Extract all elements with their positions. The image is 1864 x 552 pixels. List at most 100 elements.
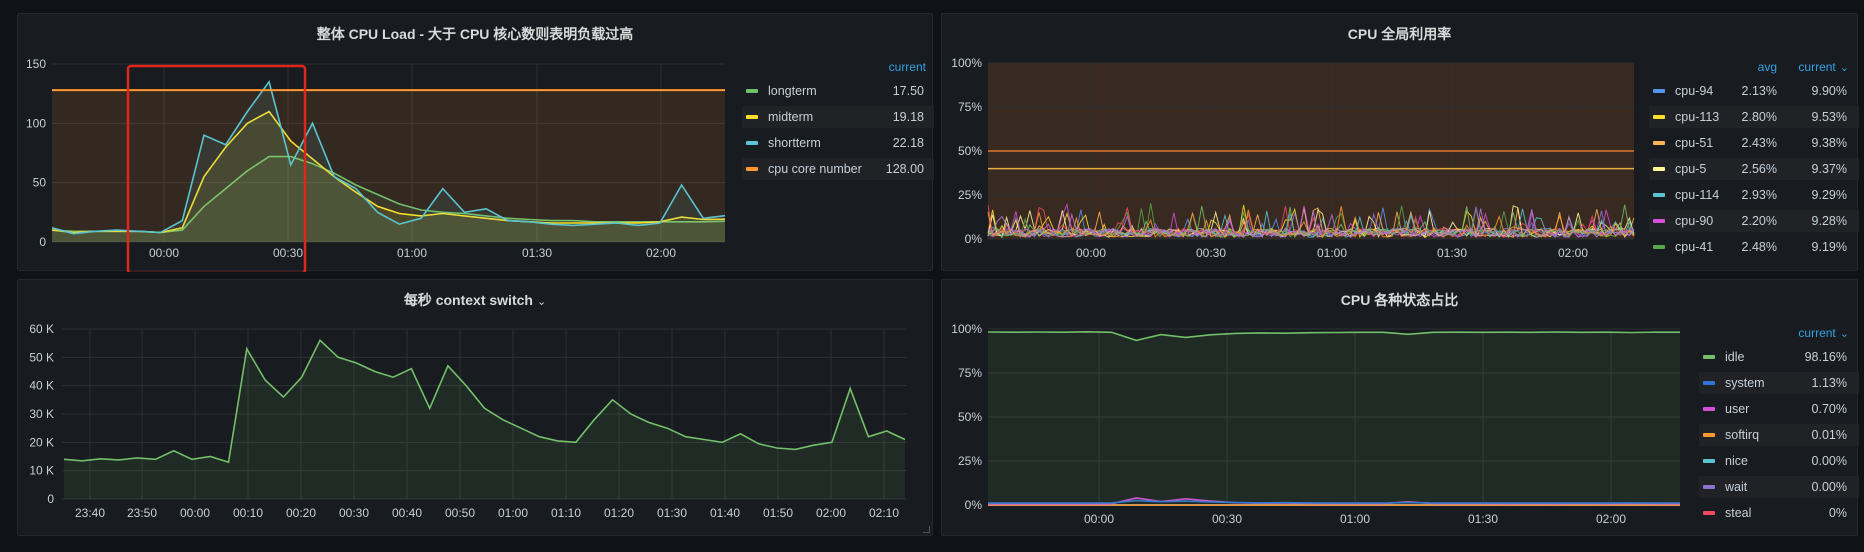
y-tick-label: 60 K (29, 322, 54, 336)
x-tick-label: 23:40 (75, 506, 105, 520)
y-tick-label: 0% (965, 498, 983, 512)
legend-item-system[interactable]: system 1.13% (1699, 372, 1859, 394)
x-tick-label: 00:30 (1212, 512, 1242, 526)
resize-handle[interactable] (923, 526, 930, 533)
legend-current-value: 0.70% (1811, 402, 1847, 416)
y-tick-label: 75% (958, 100, 982, 114)
x-tick-label: 01:00 (397, 246, 427, 260)
legend-current-value: 9.53% (1811, 110, 1847, 124)
legend-avg-value: 2.48% (1741, 240, 1777, 254)
y-tick-label: 25% (958, 454, 982, 468)
legend-item-midterm[interactable]: midterm 19.18 (742, 106, 934, 128)
x-tick-label: 01:30 (1468, 512, 1498, 526)
chevron-down-icon: ⌄ (1839, 328, 1849, 340)
legend-current-value: 9.90% (1811, 84, 1847, 98)
legend-label: nice (1725, 454, 1748, 468)
x-tick-label: 01:40 (710, 506, 740, 520)
legend-label: cpu core number (768, 162, 862, 176)
legend-swatch (1653, 89, 1665, 93)
x-tick-label: 00:20 (286, 506, 316, 520)
context-switch-panel: 每秒 context switch ⌄ 0 10 K 20 K 30 K 40 K 50 K… (17, 279, 933, 536)
cpu-state-legend: current ⌄ idle 98.16% system 1.13% user 0.70% s… (1699, 326, 1861, 536)
legend-item-cpu-114[interactable]: cpu-114 2.93% 9.29% (1649, 184, 1859, 206)
legend-current-value: 22.18 (892, 136, 924, 150)
legend-item-nice[interactable]: nice 0.00% (1699, 450, 1859, 472)
legend-item-steal[interactable]: steal 0% (1699, 502, 1859, 524)
legend-swatch (1703, 459, 1715, 463)
legend-item-cpu-113[interactable]: cpu-113 2.80% 9.53% (1649, 106, 1859, 128)
legend-swatch (1703, 485, 1715, 489)
legend-label: steal (1725, 506, 1752, 520)
legend-swatch (746, 115, 758, 119)
legend-swatch (1703, 511, 1715, 515)
legend-label: cpu-5 (1675, 162, 1707, 176)
y-tick-label: 0 (47, 492, 54, 506)
x-tick-label: 00:00 (180, 506, 210, 520)
cpu-load-panel: 整体 CPU Load - 大于 CPU 核心数则表明负载过高 0 50 100 15… (17, 13, 934, 272)
legend-item-cpu-5[interactable]: cpu-5 2.56% 9.37% (1649, 158, 1859, 180)
legend-avg-value: 2.13% (1741, 84, 1777, 98)
legend-item-idle[interactable]: idle 98.16% (1699, 346, 1859, 368)
legend-label: user (1725, 402, 1750, 416)
legend-label: cpu-94 (1675, 84, 1714, 98)
legend-item-wait[interactable]: wait 0.00% (1699, 476, 1859, 498)
legend-current-value: 1.13% (1811, 376, 1847, 390)
x-tick-label: 02:10 (869, 506, 899, 520)
x-tick-label: 00:00 (149, 246, 179, 260)
y-tick-label: 30 K (29, 407, 54, 421)
legend-item-cpu-41[interactable]: cpu-41 2.48% 9.19% (1649, 236, 1859, 258)
x-tick-label: 01:10 (551, 506, 581, 520)
legend-swatch (1703, 355, 1715, 359)
legend-swatch (1653, 115, 1665, 119)
context-switch-chart: 0 10 K 20 K 30 K 40 K 50 K 60 K 23:40 23:50 00:00… (29, 322, 907, 520)
series-area-idle (988, 331, 1680, 505)
legend-avg-value: 2.56% (1741, 162, 1777, 176)
legend-item-shortterm[interactable]: shortterm 22.18 (742, 132, 934, 154)
legend-swatch (1653, 193, 1665, 197)
legend-avg-value: 2.93% (1741, 188, 1777, 202)
legend-label: cpu-90 (1675, 214, 1714, 228)
y-tick-label: 25% (958, 188, 982, 202)
legend-item-longterm[interactable]: longterm 17.50 (742, 80, 934, 102)
y-tick-label: 100% (951, 322, 982, 336)
legend-header-avg[interactable]: avg (1758, 60, 1777, 74)
legend-header-current-label: current (1798, 60, 1836, 74)
x-tick-label: 02:00 (646, 246, 676, 260)
chevron-down-icon: ⌄ (1839, 62, 1849, 74)
legend-header-current-label: current (1798, 326, 1836, 340)
legend-label: midterm (768, 110, 814, 124)
y-tick-label: 10 K (29, 464, 54, 478)
legend-swatch (1703, 407, 1715, 411)
legend-item-cpu-core-number[interactable]: cpu core number 128.00 (742, 158, 934, 180)
legend-current-value: 17.50 (892, 84, 924, 98)
legend-header-current[interactable]: current (889, 60, 926, 74)
legend-current-value: 9.28% (1811, 214, 1847, 228)
legend-current-value: 0.00% (1811, 454, 1847, 468)
legend-header-current[interactable]: current ⌄ (1798, 326, 1849, 340)
legend-item-cpu-94[interactable]: cpu-94 2.13% 9.90% (1649, 80, 1859, 102)
legend-current-value: 9.38% (1811, 136, 1847, 150)
legend-swatch (746, 141, 758, 145)
x-tick-label: 01:30 (657, 506, 687, 520)
x-tick-label: 01:20 (604, 506, 634, 520)
legend-item-cpu-51[interactable]: cpu-51 2.43% 9.38% (1649, 132, 1859, 154)
y-tick-label: 100% (951, 56, 982, 70)
x-tick-label: 00:40 (392, 506, 422, 520)
legend-swatch (1703, 433, 1715, 437)
x-tick-label: 23:50 (127, 506, 157, 520)
legend-current-value: 9.37% (1811, 162, 1847, 176)
x-tick-label: 02:00 (1596, 512, 1626, 526)
y-tick-label: 75% (958, 366, 982, 380)
legend-swatch (1653, 245, 1665, 249)
legend-label: cpu-41 (1675, 240, 1714, 254)
legend-item-softirq[interactable]: softirq 0.01% (1699, 424, 1859, 446)
x-tick-label: 00:50 (445, 506, 475, 520)
legend-avg-value: 2.80% (1741, 110, 1777, 124)
legend-item-user[interactable]: user 0.70% (1699, 398, 1859, 420)
legend-label: wait (1725, 480, 1748, 494)
legend-item-cpu-90[interactable]: cpu-90 2.20% 9.28% (1649, 210, 1859, 232)
legend-current-value: 0.01% (1811, 428, 1847, 442)
legend-header-current[interactable]: current ⌄ (1798, 60, 1849, 74)
legend-current-value: 0% (1828, 506, 1847, 520)
legend-label: system (1725, 376, 1765, 390)
